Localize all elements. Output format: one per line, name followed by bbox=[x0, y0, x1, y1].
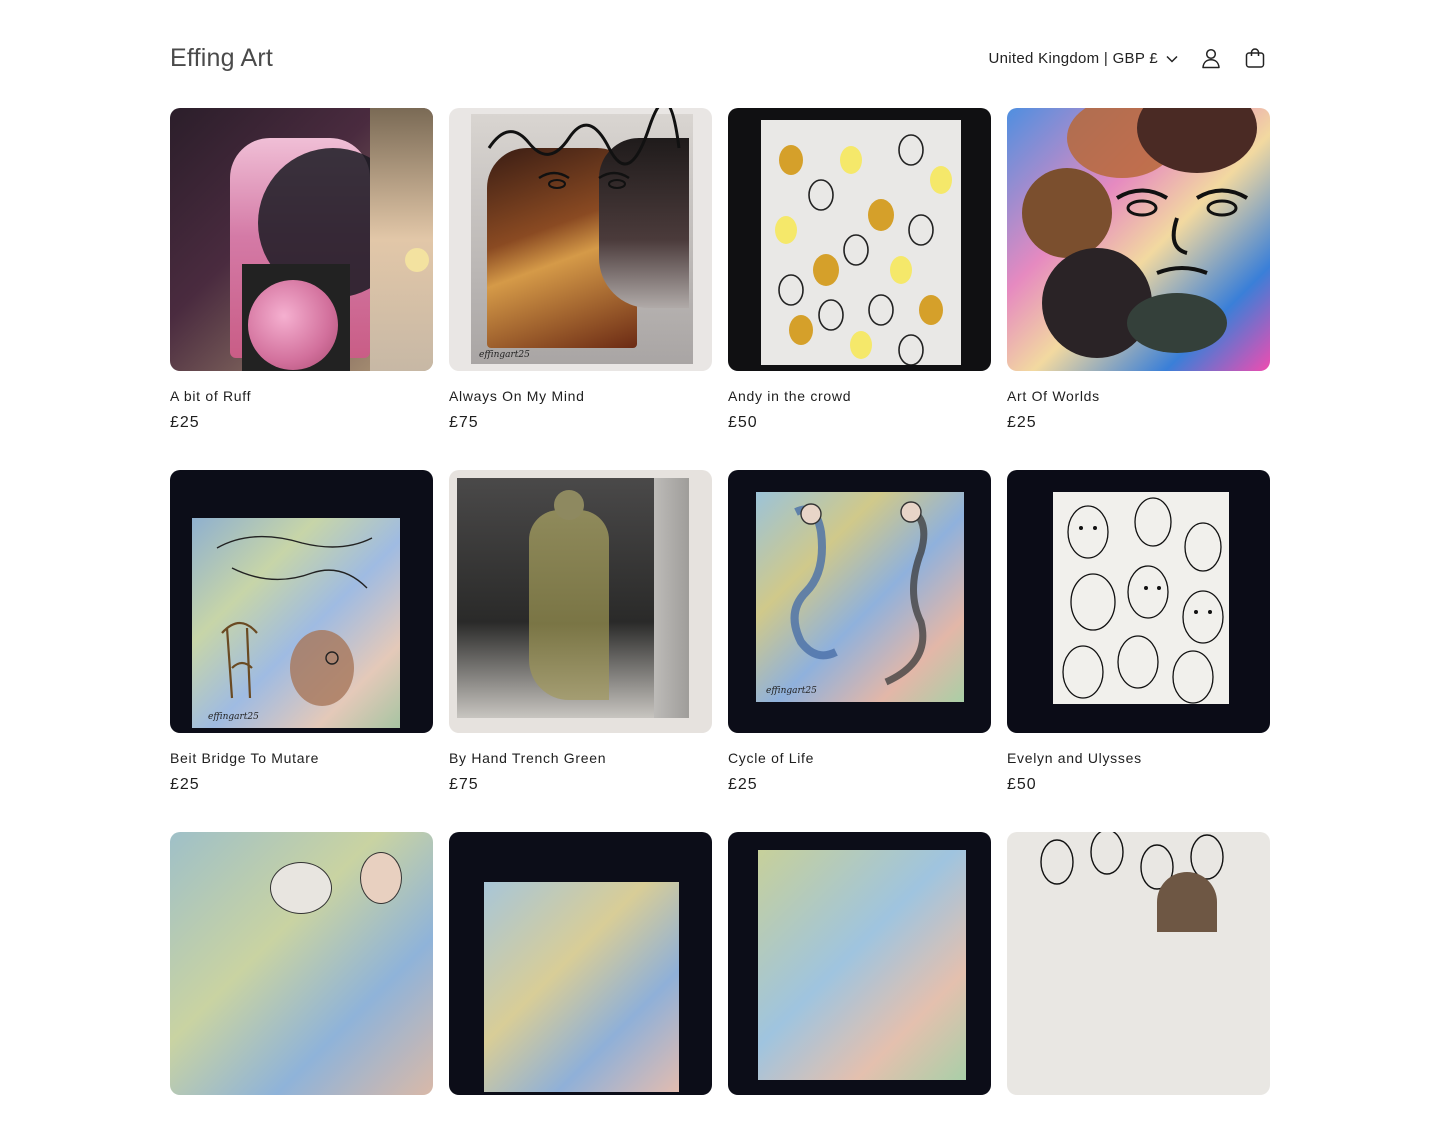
product-card[interactable] bbox=[1007, 832, 1270, 1138]
product-title[interactable] bbox=[449, 1112, 712, 1132]
product-image[interactable] bbox=[1007, 108, 1270, 371]
product-title[interactable]: By Hand Trench Green bbox=[449, 750, 712, 770]
product-image[interactable] bbox=[449, 832, 712, 1095]
product-price: £75 bbox=[449, 776, 479, 793]
product-price: £25 bbox=[728, 776, 758, 793]
product-image[interactable] bbox=[170, 832, 433, 1095]
product-title[interactable] bbox=[1007, 1112, 1270, 1132]
product-title[interactable]: Always On My Mind bbox=[449, 388, 712, 408]
product-title[interactable]: A bit of Ruff bbox=[170, 388, 433, 408]
product-card[interactable]: effingart25 Beit Bridge To Mutare £25 bbox=[170, 470, 433, 794]
product-image[interactable]: effingart25 bbox=[728, 470, 991, 733]
product-card[interactable]: A bit of Ruff £25 bbox=[170, 108, 433, 432]
product-price: £50 bbox=[728, 414, 758, 431]
product-card[interactable]: By Hand Trench Green £75 bbox=[449, 470, 712, 794]
product-price: £50 bbox=[1007, 776, 1037, 793]
product-image[interactable] bbox=[170, 108, 433, 371]
country-currency-selector[interactable]: United Kingdom | GBP £ bbox=[985, 44, 1182, 73]
product-image[interactable] bbox=[728, 832, 991, 1095]
country-currency-label: United Kingdom | GBP £ bbox=[988, 49, 1158, 67]
artwork-signature: effingart25 bbox=[479, 350, 530, 360]
product-price: £25 bbox=[170, 414, 200, 431]
product-price: £25 bbox=[170, 776, 200, 793]
brand-logo[interactable]: Effing Art bbox=[170, 44, 273, 73]
product-title[interactable]: Art Of Worlds bbox=[1007, 388, 1270, 408]
product-card[interactable]: Art Of Worlds £25 bbox=[1007, 108, 1270, 432]
product-title[interactable] bbox=[728, 1112, 991, 1132]
chevron-down-icon bbox=[1166, 50, 1178, 67]
product-price: £25 bbox=[1007, 414, 1037, 431]
product-card[interactable] bbox=[449, 832, 712, 1138]
artwork-signature: effingart25 bbox=[766, 686, 817, 696]
product-card[interactable]: Evelyn and Ulysses £50 bbox=[1007, 470, 1270, 794]
product-card[interactable] bbox=[728, 832, 991, 1138]
product-card[interactable]: effingart25 Cycle of Life £25 bbox=[728, 470, 991, 794]
product-title[interactable]: Cycle of Life bbox=[728, 750, 991, 770]
product-card[interactable]: effingart25 Always On My Mind £75 bbox=[449, 108, 712, 432]
artwork-signature: effingart25 bbox=[208, 712, 259, 722]
product-image[interactable] bbox=[1007, 832, 1270, 1095]
product-image[interactable]: effingart25 bbox=[170, 470, 433, 733]
product-price: £75 bbox=[449, 414, 479, 431]
product-title[interactable] bbox=[170, 1112, 433, 1132]
product-image[interactable] bbox=[1007, 470, 1270, 733]
product-title[interactable]: Andy in the crowd bbox=[728, 388, 991, 408]
product-title[interactable]: Evelyn and Ulysses bbox=[1007, 750, 1270, 770]
product-image[interactable] bbox=[449, 470, 712, 733]
site-header: Effing Art United Kingdom | GBP £ bbox=[170, 30, 1270, 86]
account-icon[interactable] bbox=[1196, 43, 1226, 73]
cart-icon[interactable] bbox=[1240, 43, 1270, 73]
header-actions: United Kingdom | GBP £ bbox=[985, 43, 1270, 73]
product-card[interactable]: Andy in the crowd £50 bbox=[728, 108, 991, 432]
product-grid: A bit of Ruff £25 effingart25 Always On … bbox=[170, 108, 1270, 1138]
product-image[interactable]: effingart25 bbox=[449, 108, 712, 371]
product-image[interactable] bbox=[728, 108, 991, 371]
product-card[interactable] bbox=[170, 832, 433, 1138]
product-title[interactable]: Beit Bridge To Mutare bbox=[170, 750, 433, 770]
